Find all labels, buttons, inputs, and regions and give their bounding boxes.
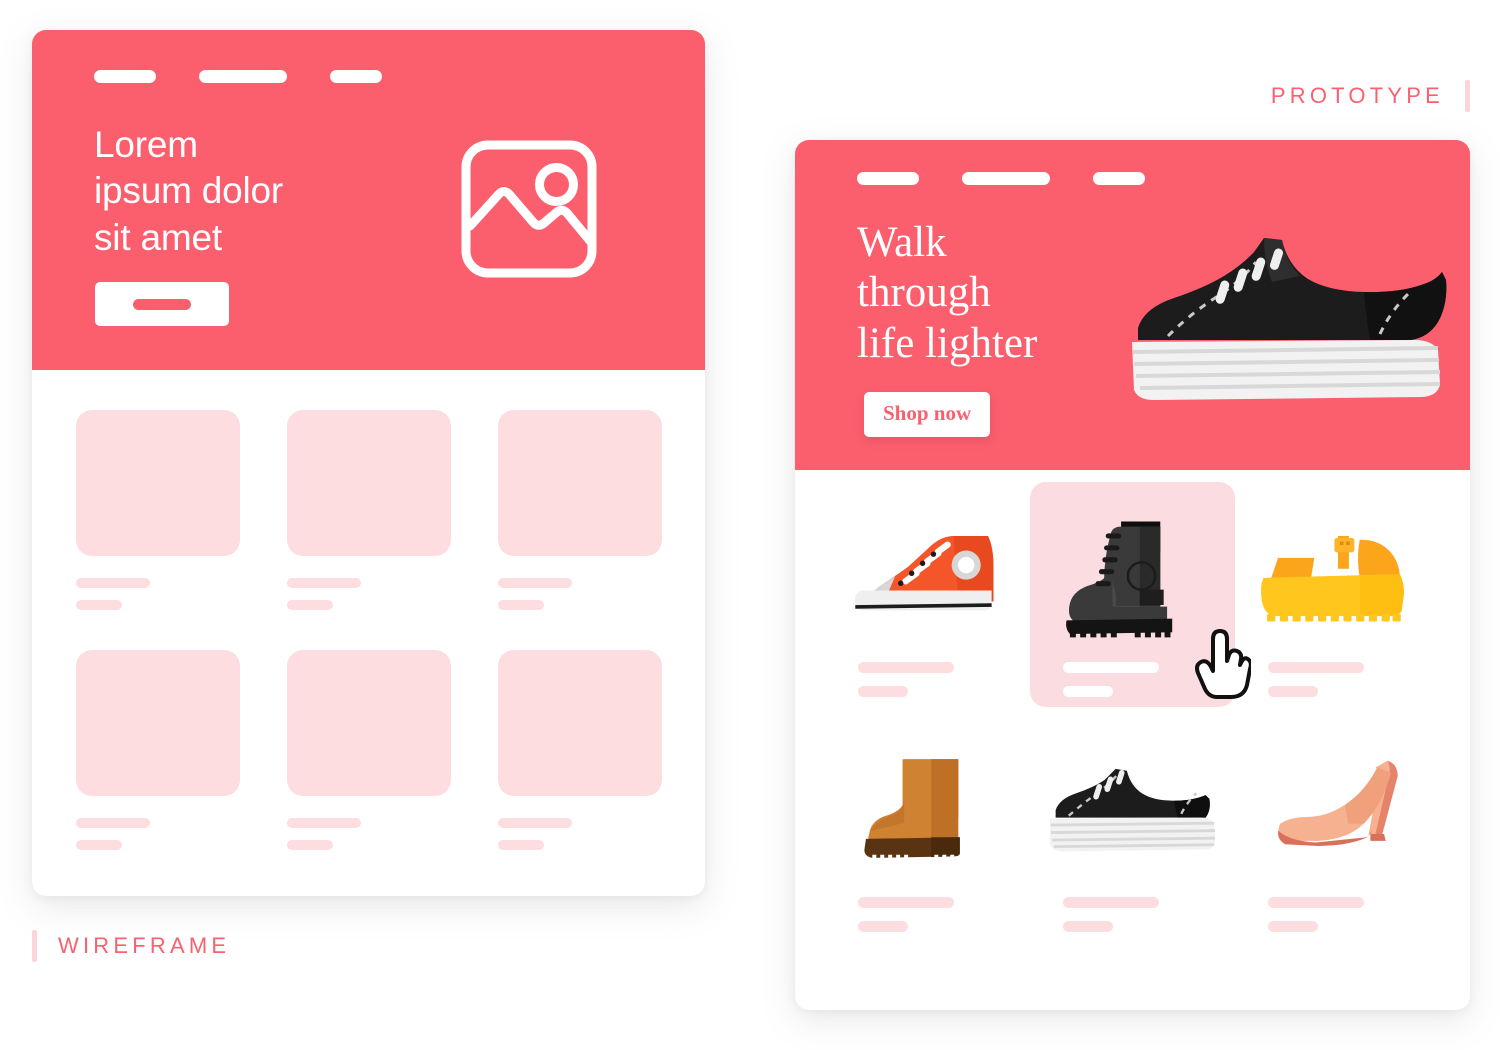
cta-label-placeholder — [133, 298, 191, 310]
text-line-short — [498, 600, 544, 610]
wireframe-label-text: WIREFRAME — [58, 933, 231, 958]
product-text-lines — [840, 662, 1016, 697]
wireframe-text-lines — [498, 818, 662, 850]
wireframe-grid-item[interactable] — [287, 650, 451, 850]
product-card-yellow-sandal[interactable] — [1235, 482, 1440, 707]
peach-high-heel-icon — [1250, 735, 1426, 887]
thumb-placeholder — [498, 650, 662, 796]
nav-dash-2[interactable] — [962, 172, 1050, 185]
yellow-wedge-sandal-icon — [1250, 500, 1426, 652]
product-text-lines — [1250, 897, 1426, 932]
text-line-long — [857, 662, 954, 673]
wireframe-navbar[interactable] — [94, 70, 382, 83]
nav-dash-3[interactable] — [330, 70, 382, 83]
text-line-short — [1062, 921, 1113, 932]
black-platform-sneaker-icon — [1045, 735, 1221, 887]
nav-dash-2[interactable] — [199, 70, 287, 83]
wireframe-grid-item[interactable] — [287, 410, 451, 610]
wireframe-card: Lorem ipsum dolor sit amet — [32, 30, 705, 896]
red-high-top-sneaker-icon — [840, 500, 1016, 652]
thumb-placeholder — [287, 650, 451, 796]
product-card-red-sneaker[interactable] — [825, 482, 1030, 707]
nav-dash-3[interactable] — [1093, 172, 1145, 185]
wireframe-text-lines — [76, 818, 240, 850]
wireframe-cta-button[interactable] — [95, 282, 229, 326]
wireframe-text-lines — [287, 578, 451, 610]
text-line-long — [76, 818, 150, 828]
thumb-placeholder — [76, 650, 240, 796]
wireframe-text-lines — [76, 578, 240, 610]
black-platform-sneaker-icon — [1132, 238, 1447, 400]
text-line-short — [1062, 686, 1113, 697]
wireframe-grid — [76, 410, 662, 850]
text-line-long — [1267, 662, 1364, 673]
image-placeholder-icon — [461, 140, 597, 278]
product-text-lines — [1045, 662, 1221, 697]
thumb-placeholder — [498, 410, 662, 556]
text-line-short — [498, 840, 544, 850]
wireframe-hero-banner: Lorem ipsum dolor sit amet — [32, 30, 705, 370]
text-line-long — [498, 818, 572, 828]
wireframe-grid-item[interactable] — [76, 650, 240, 850]
product-card-black-boot[interactable] — [1030, 482, 1251, 707]
prototype-label: PROTOTYPE — [1271, 80, 1470, 112]
label-bar-icon — [1465, 80, 1470, 112]
shop-now-button[interactable]: Shop now — [864, 392, 991, 437]
text-line-short — [287, 840, 333, 850]
product-text-lines — [1045, 897, 1221, 932]
wireframe-grid-item[interactable] — [498, 650, 662, 850]
prototype-navbar[interactable] — [857, 172, 1145, 185]
text-line-short — [1267, 686, 1318, 697]
text-line-long — [76, 578, 150, 588]
nav-dash-1[interactable] — [857, 172, 919, 185]
text-line-long — [1062, 897, 1159, 908]
prototype-product-grid-container — [795, 470, 1470, 1010]
thumb-placeholder — [287, 410, 451, 556]
product-card-platform-sneaker[interactable] — [1030, 717, 1235, 942]
text-line-short — [857, 921, 908, 932]
product-card-high-heel[interactable] — [1235, 717, 1440, 942]
wireframe-content-grid — [32, 370, 705, 896]
text-line-long — [287, 578, 361, 588]
prototype-heading: Walk through life lighter — [857, 219, 1038, 367]
prototype-product-grid — [795, 482, 1470, 942]
product-text-lines — [840, 897, 1016, 932]
tan-ugg-boot-icon — [840, 735, 1016, 887]
text-line-long — [498, 578, 572, 588]
prototype-hero-banner: Walk through life lighter Shop now — [795, 140, 1470, 470]
label-bar-icon — [32, 930, 37, 962]
text-line-long — [287, 818, 361, 828]
wireframe-text-lines — [498, 578, 662, 610]
thumb-placeholder — [76, 410, 240, 556]
product-card-tan-boot[interactable] — [825, 717, 1030, 942]
text-line-short — [76, 840, 122, 850]
product-text-lines — [1250, 662, 1426, 697]
prototype-card: Walk through life lighter Shop now — [795, 140, 1470, 1010]
text-line-short — [1267, 921, 1318, 932]
wireframe-grid-item[interactable] — [76, 410, 240, 610]
wireframe-label: WIREFRAME — [32, 930, 230, 962]
wireframe-grid-item[interactable] — [498, 410, 662, 610]
black-combat-boot-icon — [1045, 500, 1221, 652]
prototype-label-text: PROTOTYPE — [1270, 83, 1444, 108]
text-line-short — [76, 600, 122, 610]
text-line-short — [857, 686, 908, 697]
wireframe-text-lines — [287, 818, 451, 850]
text-line-long — [1062, 662, 1159, 673]
nav-dash-1[interactable] — [94, 70, 156, 83]
text-line-short — [287, 600, 333, 610]
wireframe-heading: Lorem ipsum dolor sit amet — [94, 124, 284, 258]
text-line-long — [857, 897, 954, 908]
text-line-long — [1267, 897, 1364, 908]
